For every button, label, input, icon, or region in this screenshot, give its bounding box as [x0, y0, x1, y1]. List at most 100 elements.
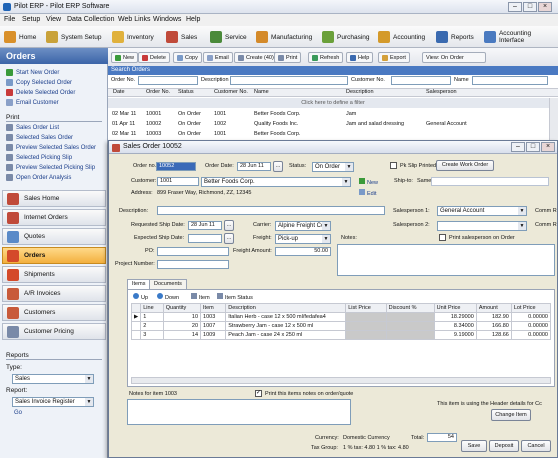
email-button[interactable]: Email [203, 52, 233, 63]
pk-slip-printed-checkbox[interactable] [390, 162, 397, 169]
report-select[interactable]: Sales Invoice Register ▼ [12, 397, 94, 407]
col-description[interactable]: Description [346, 89, 374, 95]
menu-data-collection[interactable]: Data Collection [67, 16, 114, 23]
order-no-input[interactable]: 10052 [156, 162, 196, 171]
col-unit-price[interactable]: Unit Price [433, 303, 477, 313]
col-customer-no[interactable]: Customer No. [214, 89, 248, 95]
toolbar-accounting[interactable]: Accounting [378, 30, 425, 44]
notes-textarea[interactable] [337, 244, 555, 276]
col-amount[interactable]: Amount [475, 303, 512, 313]
req-ship-date-picker-button[interactable]: … [224, 220, 234, 231]
exp-ship-date-input[interactable] [188, 234, 222, 243]
col-date[interactable]: Date [113, 89, 125, 95]
cancel-button[interactable]: Cancel [521, 440, 551, 452]
items-horizontal-scrollbar[interactable] [131, 377, 551, 384]
delete-selected-order-link[interactable]: Delete Selected Order [6, 89, 75, 96]
project-number-input[interactable] [157, 260, 229, 269]
col-order-no[interactable]: Order No. [146, 89, 170, 95]
new-customer-link[interactable]: New [359, 178, 378, 186]
salesperson1-select[interactable]: General Account ▼ [437, 206, 527, 216]
salesperson2-select[interactable]: ▼ [437, 221, 527, 231]
copy-selected-order-link[interactable]: Copy Selected Order [6, 79, 72, 86]
print-salesperson-checkbox[interactable] [439, 234, 446, 241]
col-discount[interactable]: Discount % [385, 303, 435, 313]
nav-customers[interactable]: Customers [2, 304, 106, 321]
nav-sales-home[interactable]: Sales Home [2, 190, 106, 207]
tab-documents[interactable]: Documents [149, 279, 187, 289]
toolbar-inventory[interactable]: Inventory [112, 30, 154, 44]
create-work-order-button[interactable]: Create Work Order [436, 160, 494, 171]
report-type-select[interactable]: Sales ▼ [12, 374, 94, 384]
toolbar-purchasing[interactable]: Purchasing [322, 30, 370, 44]
search-customer-no-input[interactable] [391, 76, 451, 85]
order-date-input[interactable]: 28 Jun 11 [237, 162, 271, 171]
search-name-input[interactable] [472, 76, 548, 85]
nav-shipments[interactable]: Shipments [2, 266, 106, 283]
tab-items[interactable]: Items [127, 279, 151, 289]
preview-selected-sales-order[interactable]: Preview Selected Sales Order [6, 144, 96, 151]
move-down-button[interactable]: Down [157, 293, 179, 301]
carrier-select[interactable]: Alpine Freight Co. ▼ [275, 221, 331, 231]
menu-windows[interactable]: Windows [153, 16, 181, 23]
export-button[interactable]: Export [378, 52, 410, 63]
description-input[interactable] [157, 206, 385, 215]
freight-select[interactable]: Pick-up ▼ [275, 234, 331, 244]
edit-customer-link[interactable]: Edit [359, 189, 376, 197]
po-input[interactable] [157, 247, 229, 256]
ship-to-input[interactable] [431, 177, 549, 186]
toolbar-service[interactable]: Service [210, 30, 247, 44]
nav-quotes[interactable]: Quotes [2, 228, 106, 245]
menu-help[interactable]: Help [186, 16, 200, 23]
table-row[interactable]: 2 20 1007 Strawberry Jam - case 12 x 500… [130, 321, 552, 331]
print-selected-picking-slip[interactable]: Selected Picking Slip [6, 154, 72, 161]
print-button[interactable]: Print [274, 52, 302, 63]
maximize-icon[interactable]: □ [523, 2, 537, 12]
toolbar-reports[interactable]: Reports [436, 30, 474, 44]
help-button[interactable]: Help [346, 52, 374, 63]
nav-internet-orders[interactable]: Internet Orders [2, 209, 106, 226]
create-button[interactable]: Create (40) [234, 52, 278, 63]
table-row[interactable]: 02 Mar 11 10001 On Order 1001 Better Foo… [108, 110, 548, 119]
toolbar-system-setup[interactable]: System Setup [46, 30, 101, 44]
menu-setup[interactable]: Setup [22, 16, 40, 23]
order-date-picker-button[interactable]: … [273, 161, 283, 172]
toolbar-sales[interactable]: Sales [166, 30, 197, 44]
move-up-button[interactable]: Up [133, 293, 148, 301]
req-ship-date-input[interactable]: 28 Jun 11 [188, 221, 222, 230]
email-customer-link[interactable]: Email Customer [6, 99, 59, 106]
save-button[interactable]: Save [461, 440, 487, 452]
new-order-button[interactable]: New [111, 52, 139, 63]
refresh-button[interactable]: Refresh [308, 52, 344, 63]
open-order-analysis[interactable]: Open Order Analysis [6, 174, 71, 181]
change-item-button[interactable]: Change Item [491, 409, 531, 421]
close-icon[interactable]: × [538, 2, 552, 12]
table-row[interactable]: 02 Mar 11 10003 On Order 1001 Better Foo… [108, 130, 548, 139]
dialog-close-icon[interactable]: × [541, 142, 555, 152]
dialog-minimize-icon[interactable]: – [511, 142, 525, 152]
dialog-maximize-icon[interactable]: □ [526, 142, 540, 152]
minimize-icon[interactable]: – [508, 2, 522, 12]
col-item[interactable]: Item [200, 303, 227, 313]
report-go-link[interactable]: Go [14, 410, 22, 416]
menu-web-links[interactable]: Web Links [118, 16, 151, 23]
toolbar-home[interactable]: Home [4, 30, 36, 44]
col-status[interactable]: Status [178, 89, 194, 95]
print-selected-sales-order[interactable]: Selected Sales Order [6, 134, 73, 141]
print-sales-order-list[interactable]: Sales Order List [6, 124, 59, 131]
search-order-no-input[interactable] [138, 76, 198, 85]
delete-order-button[interactable]: Delete [138, 52, 170, 63]
table-row[interactable]: 01 Apr 11 10002 On Order 1002 Quality Fo… [108, 120, 548, 129]
col-name[interactable]: Name [254, 89, 269, 95]
nav-orders[interactable]: Orders [2, 247, 106, 264]
deposit-button[interactable]: Deposit [489, 440, 519, 452]
customer-name-select[interactable]: Better Foods Corp. ▼ [201, 177, 351, 187]
item-notes-textarea[interactable] [127, 399, 351, 425]
filter-row[interactable]: Click here to define a filter [108, 98, 558, 108]
nav-customer-pricing[interactable]: Customer Pricing [2, 323, 106, 340]
table-row[interactable]: ▶ 1 10 1003 Italian Herb - case 12 x 500… [130, 312, 552, 322]
col-salesperson[interactable]: Salesperson [426, 89, 457, 95]
col-line[interactable]: Line [140, 303, 164, 313]
table-row[interactable]: 3 14 1009 Peach Jam - case 24 x 250 ml 9… [130, 330, 552, 340]
menu-file[interactable]: File [4, 16, 15, 23]
preview-selected-picking-slip[interactable]: Preview Selected Picking Slip [6, 164, 95, 171]
